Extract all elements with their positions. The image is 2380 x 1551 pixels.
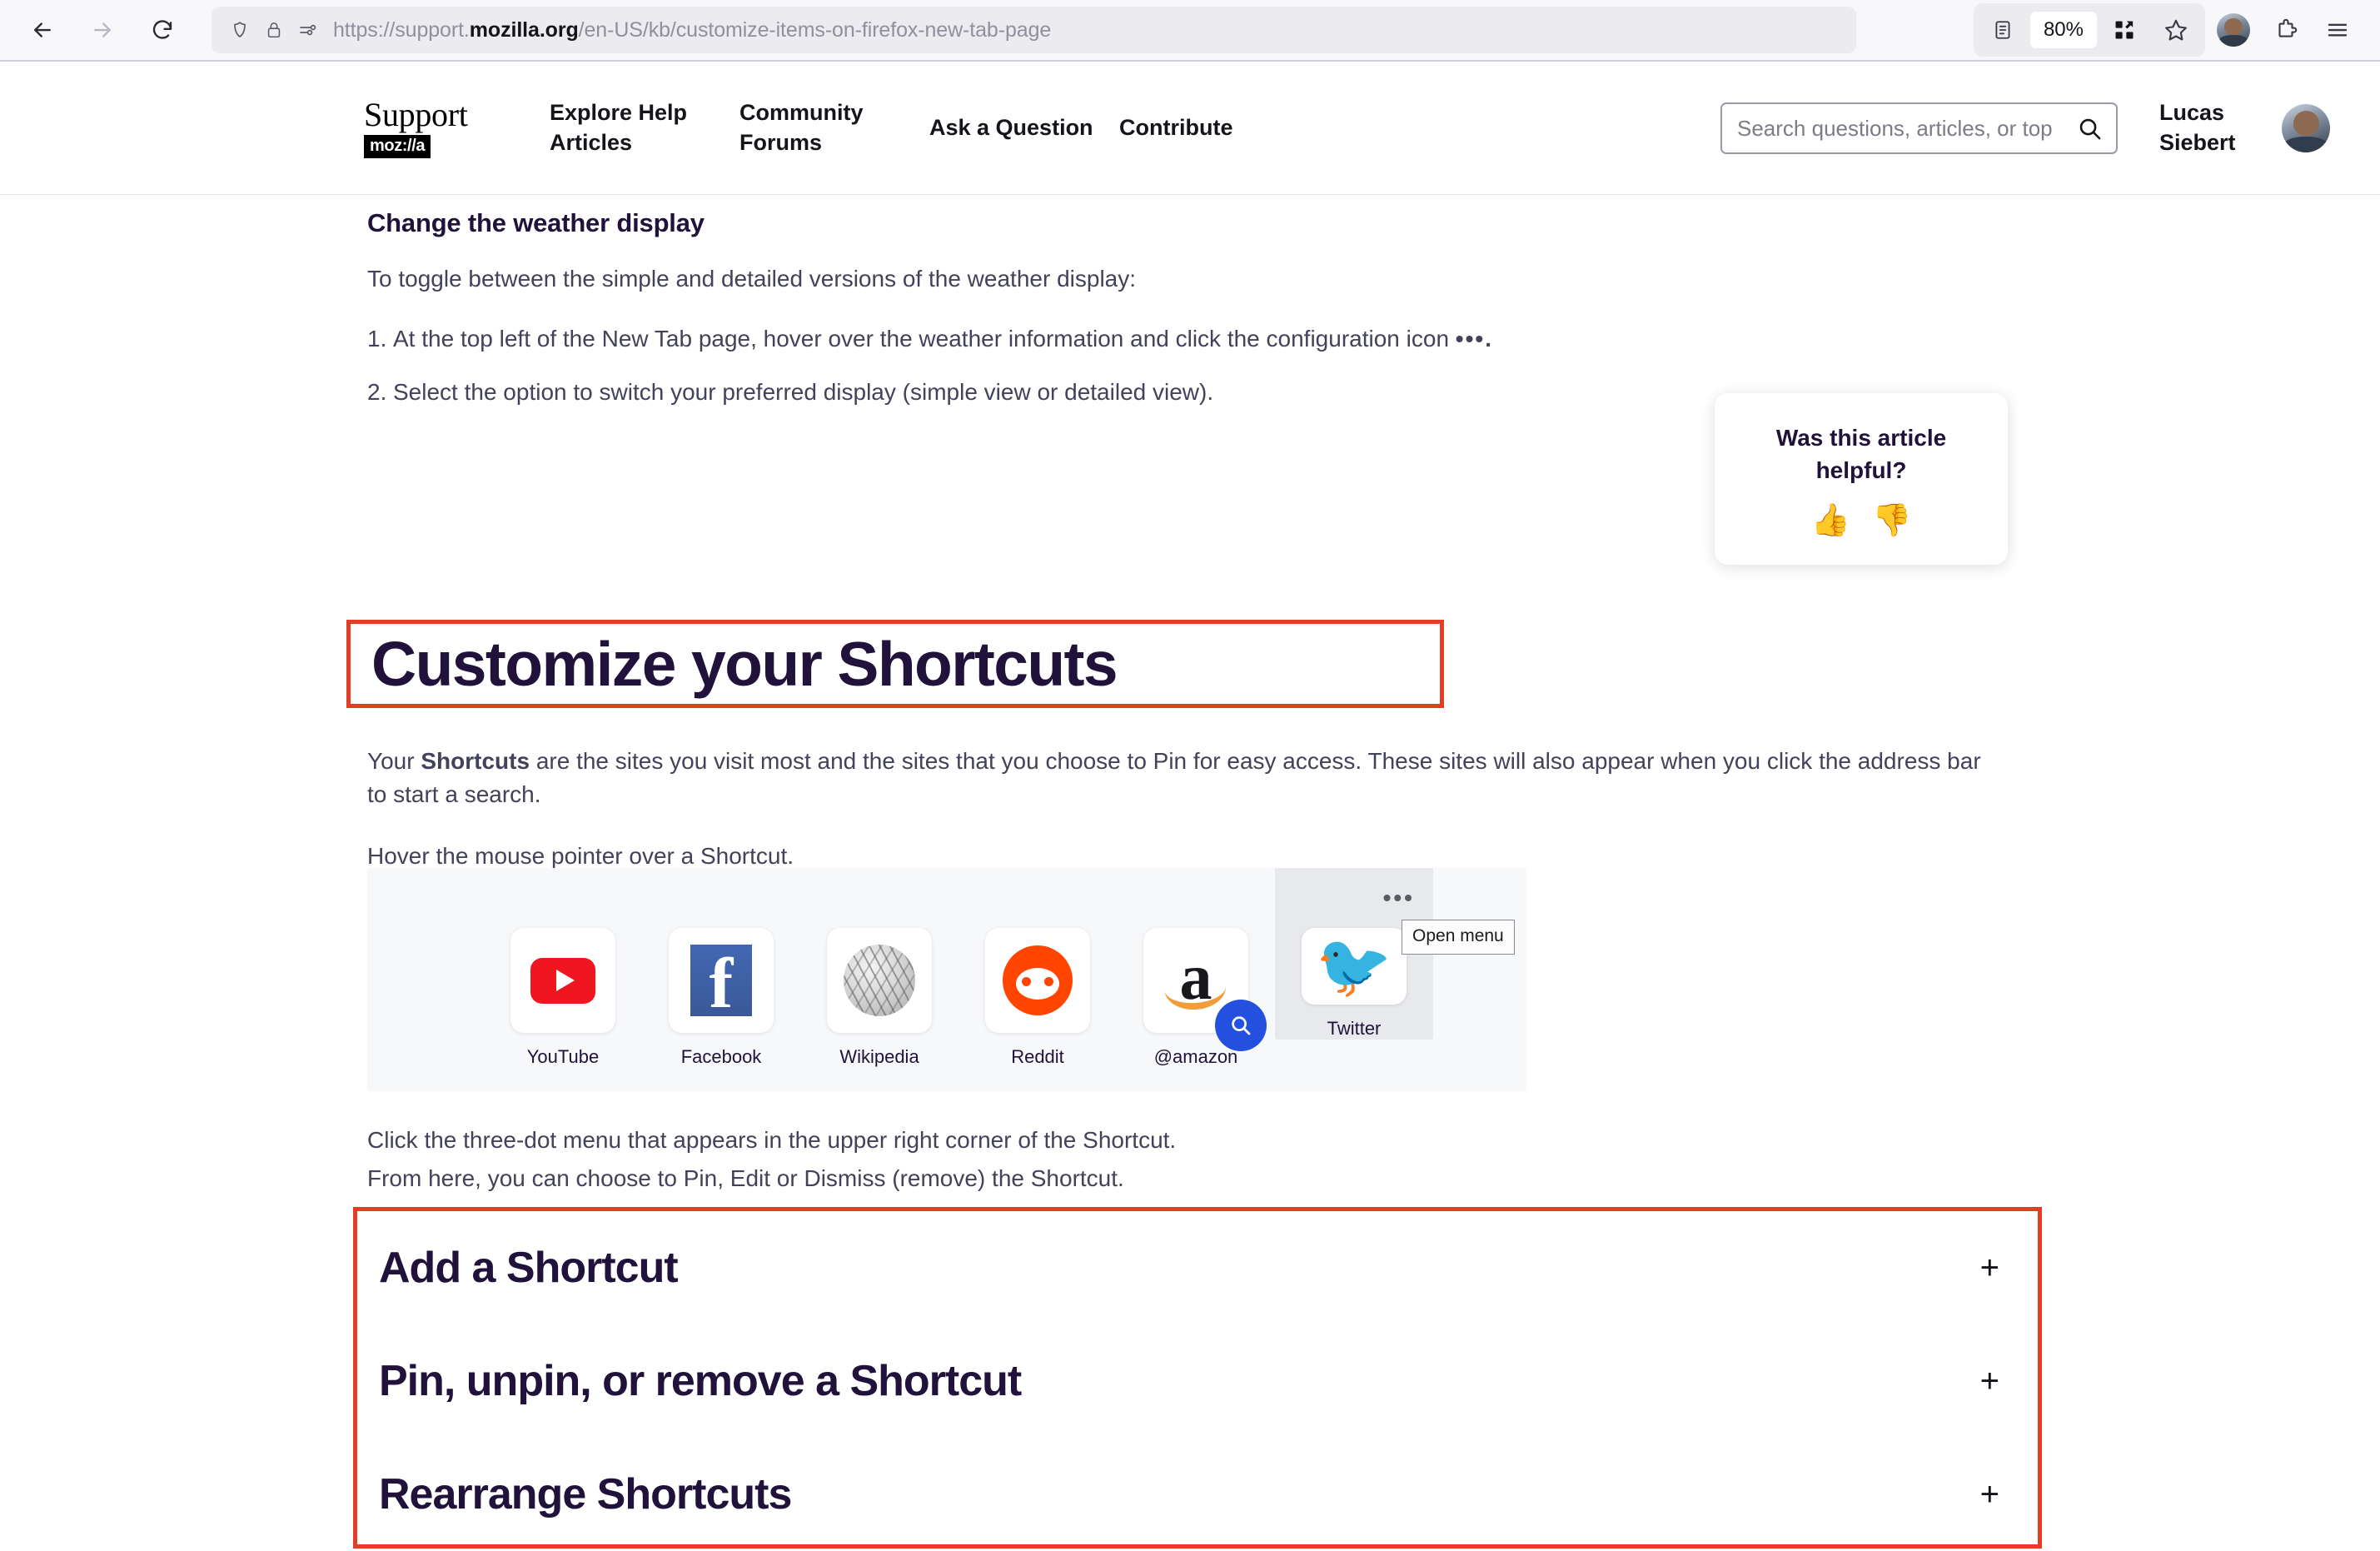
accordion-title: Rearrange Shortcuts: [379, 1470, 792, 1519]
three-dot-menu-icon[interactable]: •••: [1383, 886, 1415, 910]
main-navigation: Explore Help Articles Community Forums A…: [550, 98, 1232, 157]
paragraph-bold-term: Shortcuts: [421, 748, 530, 774]
logo-wordmark: Support: [364, 96, 468, 133]
padlock-icon[interactable]: [265, 21, 283, 39]
nav-explore-help-articles[interactable]: Explore Help Articles: [550, 98, 739, 157]
accordion-title: Pin, unpin, or remove a Shortcut: [379, 1357, 1022, 1405]
mozilla-badge: moz://a: [364, 135, 431, 158]
tile-label: YouTube: [526, 1046, 600, 1067]
annotation-box-accordion: Add a Shortcut + Pin, unpin, or remove a…: [353, 1207, 2042, 1549]
firefox-account-avatar[interactable]: [2217, 13, 2250, 47]
shortcuts-paragraph: Your Shortcuts are the sites you visit m…: [367, 745, 2004, 811]
shortcut-twitter[interactable]: ••• 🐦 Twitter Open menu: [1275, 868, 1515, 1040]
search-shortcut-badge-icon: [1215, 1000, 1267, 1051]
plus-icon[interactable]: +: [1980, 1251, 2006, 1284]
helpful-card-title: Was this article helpful?: [1775, 424, 1947, 483]
extensions-puzzle-icon[interactable]: [2262, 6, 2310, 54]
tile-icon-container[interactable]: [827, 928, 932, 1033]
step-number: 2.: [367, 378, 387, 405]
tile-icon-container[interactable]: 🐦: [1302, 928, 1407, 1005]
tile-icon-container[interactable]: [510, 928, 615, 1033]
mozilla-support-logo[interactable]: Support moz://a: [364, 98, 497, 158]
back-arrow-icon[interactable]: [18, 6, 67, 54]
step-text: Select the option to switch your preferr…: [393, 378, 1214, 405]
user-name[interactable]: Lucas Siebert: [2159, 98, 2263, 157]
extensions-overflow-icon[interactable]: [2100, 6, 2148, 54]
site-search[interactable]: [1720, 102, 2118, 154]
browser-toolbar: https://support.mozilla.org/en-US/kb/cus…: [0, 0, 2380, 62]
article-helpful-card: Was this article helpful? 👍 👎: [1715, 393, 2008, 565]
shortcuts-intro-block: Your Shortcuts are the sites you visit m…: [367, 745, 2004, 872]
reader-view-icon[interactable]: [1979, 6, 2027, 54]
search-input[interactable]: [1737, 115, 2077, 142]
amazon-icon: a: [1160, 944, 1232, 1016]
tile-label: Twitter: [1327, 1018, 1382, 1039]
wikipedia-icon: [844, 945, 915, 1016]
accordion-item-pin-unpin-remove[interactable]: Pin, unpin, or remove a Shortcut +: [379, 1324, 2006, 1438]
shortcut-tiles: YouTube f Facebook Wikipedia Reddit a @a…: [484, 868, 1515, 1068]
tile-label: Reddit: [1011, 1046, 1064, 1067]
accordion-item-rearrange-shortcuts[interactable]: Rearrange Shortcuts +: [379, 1438, 2006, 1551]
helpful-card-buttons: 👍 👎: [1811, 505, 1912, 536]
address-bar-url[interactable]: https://support.mozilla.org/en-US/kb/cus…: [333, 18, 1051, 42]
facebook-icon: f: [690, 945, 752, 1019]
step-text: At the top left of the New Tab page, hov…: [393, 325, 1450, 352]
hamburger-menu-icon[interactable]: [2313, 6, 2362, 54]
post-figure-line-1: Click the three-dot menu that appears in…: [367, 1127, 1177, 1153]
twitter-icon: 🐦: [1315, 931, 1393, 1000]
paragraph-lead: Your: [367, 748, 421, 774]
three-dot-icon: •••.: [1455, 325, 1493, 352]
tile-icon-container[interactable]: [985, 928, 1090, 1033]
section-heading-weather: Change the weather display: [367, 208, 705, 237]
shortcuts-screenshot-figure: YouTube f Facebook Wikipedia Reddit a @a…: [367, 868, 1526, 1091]
accordion-title: Add a Shortcut: [379, 1244, 679, 1292]
tile-icon-container[interactable]: a: [1143, 928, 1267, 1051]
toolbar-right-actions: 80%: [1973, 3, 2362, 57]
header-right-cluster: Lucas Siebert: [1720, 98, 2330, 157]
site-permissions-icon[interactable]: [298, 20, 318, 40]
shortcut-wikipedia[interactable]: Wikipedia: [800, 895, 958, 1068]
paragraph-rest: are the sites you visit most and the sit…: [367, 748, 1981, 807]
plus-icon[interactable]: +: [1980, 1478, 2006, 1511]
open-menu-tooltip: Open menu: [1402, 920, 1515, 955]
shortcut-facebook[interactable]: f Facebook: [642, 895, 800, 1068]
reload-icon[interactable]: [138, 6, 187, 54]
nav-contribute[interactable]: Contribute: [1119, 113, 1232, 143]
page-body: Change the weather display To toggle bet…: [0, 195, 2380, 1549]
page-title: Customize your Shortcuts: [371, 628, 1118, 699]
tile-label: @amazon: [1153, 1046, 1238, 1067]
navigation-buttons: [18, 6, 187, 54]
reddit-icon: [1003, 945, 1073, 1015]
accordion-item-add-a-shortcut[interactable]: Add a Shortcut +: [379, 1211, 2006, 1324]
search-icon[interactable]: [2077, 116, 2103, 142]
nav-community-forums[interactable]: Community Forums: [739, 98, 929, 157]
shortcut-reddit[interactable]: Reddit: [958, 895, 1117, 1068]
forward-arrow-icon[interactable]: [78, 6, 127, 54]
list-item: 1. At the top left of the New Tab page, h…: [367, 322, 2004, 356]
thumbs-up-icon[interactable]: 👍: [1811, 505, 1850, 536]
site-header: Support moz://a Explore Help Articles Co…: [0, 62, 2380, 195]
avatar[interactable]: [2282, 104, 2330, 152]
post-figure-line-2: From here, you can choose to Pin, Edit o…: [367, 1164, 1124, 1191]
thumbs-down-icon[interactable]: 👎: [1872, 505, 1911, 536]
zoom-level-indicator[interactable]: 80%: [2029, 12, 2097, 48]
address-bar[interactable]: https://support.mozilla.org/en-US/kb/cus…: [212, 7, 1856, 53]
tile-label: Facebook: [680, 1046, 762, 1067]
nav-ask-a-question[interactable]: Ask a Question: [929, 113, 1119, 143]
step-number: 1.: [367, 325, 387, 352]
tile-icon-container[interactable]: f: [669, 928, 774, 1033]
post-figure-text: Click the three-dot menu that appears in…: [367, 1124, 2004, 1200]
bookmark-star-icon[interactable]: [2152, 6, 2200, 54]
youtube-icon: [530, 957, 595, 1004]
shortcut-youtube[interactable]: YouTube: [484, 895, 642, 1068]
shortcut-amazon[interactable]: a @amazon: [1117, 895, 1275, 1068]
shield-icon[interactable]: [230, 20, 250, 40]
weather-intro-text: To toggle between the simple and detaile…: [367, 266, 1137, 292]
plus-icon[interactable]: +: [1980, 1364, 2006, 1398]
annotation-box-main-heading: Customize your Shortcuts: [346, 620, 1444, 708]
tile-label: Wikipedia: [839, 1046, 919, 1067]
urlbar-actions-group: 80%: [1973, 3, 2205, 57]
